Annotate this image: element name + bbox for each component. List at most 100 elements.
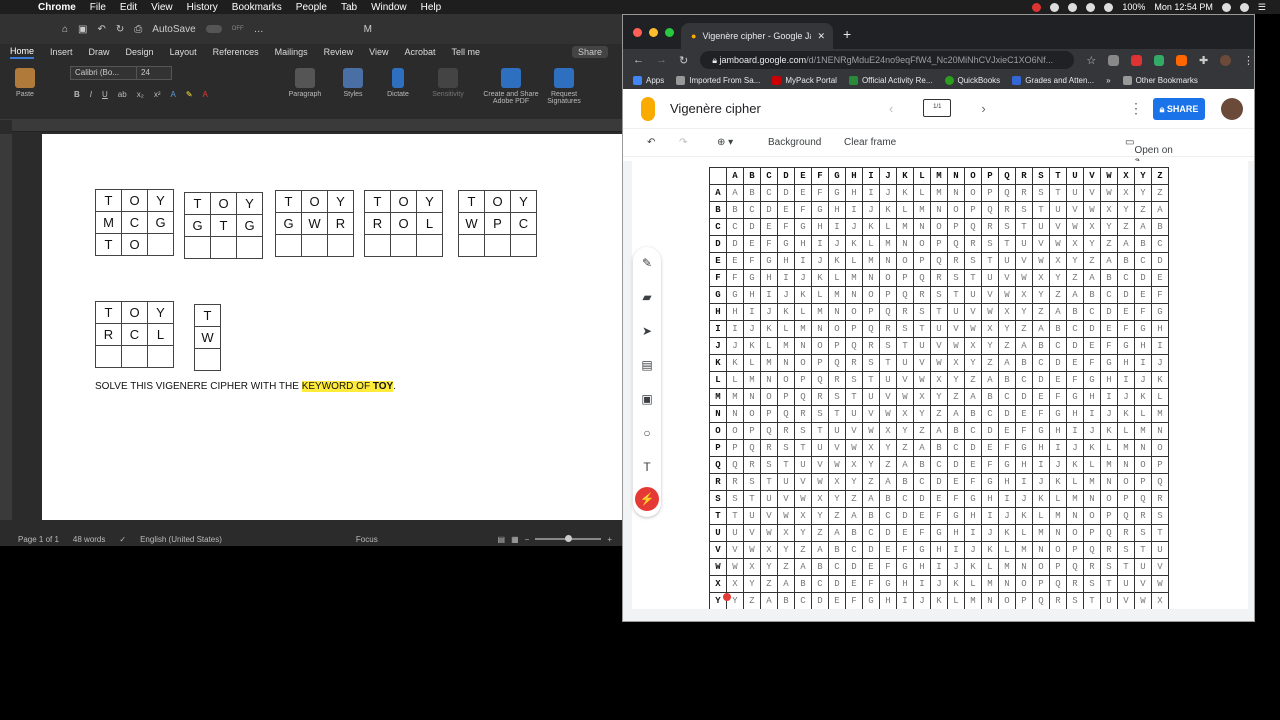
menu-people[interactable]: People bbox=[296, 2, 327, 13]
grid-cell[interactable] bbox=[364, 234, 391, 257]
frame-bar-button[interactable]: 1/1 bbox=[923, 99, 952, 117]
tab-insert[interactable]: Insert bbox=[50, 47, 73, 57]
horizontal-ruler[interactable] bbox=[12, 120, 622, 132]
bookmark-grades[interactable]: Grades and Atten... bbox=[1012, 75, 1094, 85]
grid-cell[interactable] bbox=[458, 234, 485, 257]
zoom-slider[interactable] bbox=[535, 535, 602, 542]
grid-cell[interactable]: O bbox=[121, 189, 148, 212]
browser-tab[interactable]: ● Vigenère cipher - Google Jamboard ✕ bbox=[681, 23, 833, 49]
redo-icon[interactable]: ↻ bbox=[116, 24, 124, 35]
open-on-jamboard-button[interactable]: ▭ Open on a Jamboard bbox=[1125, 137, 1179, 178]
italic-button[interactable]: I bbox=[90, 90, 92, 99]
extension-icon[interactable] bbox=[1176, 54, 1188, 66]
previous-frame-icon[interactable]: ‹ bbox=[889, 101, 893, 116]
grid-cell[interactable]: O bbox=[121, 301, 148, 324]
grid-cell[interactable]: T bbox=[275, 190, 302, 213]
grid-cell[interactable] bbox=[301, 234, 328, 257]
tab-mailings[interactable]: Mailings bbox=[275, 47, 308, 57]
page-count[interactable]: Page 1 of 1 bbox=[18, 535, 59, 544]
grid-cell[interactable]: R bbox=[364, 212, 391, 235]
more-icon[interactable]: … bbox=[254, 24, 264, 35]
grid-cell[interactable] bbox=[327, 234, 354, 257]
grid-cell[interactable]: O bbox=[484, 190, 511, 213]
grid-cell[interactable]: T bbox=[184, 192, 211, 215]
more-options-icon[interactable]: ⋮ bbox=[1129, 100, 1143, 117]
grid-cell[interactable] bbox=[194, 348, 221, 371]
clock[interactable]: Mon 12:54 PM bbox=[1154, 2, 1213, 12]
chrome-menu-icon[interactable]: ⋮ bbox=[1243, 54, 1254, 67]
styles-button[interactable]: Styles bbox=[336, 68, 370, 98]
grid-cell[interactable]: T bbox=[95, 233, 122, 256]
cipher-grid[interactable]: TOYROL bbox=[364, 190, 443, 257]
grid-cell[interactable]: G bbox=[275, 212, 302, 235]
menu-history[interactable]: History bbox=[187, 2, 218, 13]
grid-cell[interactable]: Y bbox=[416, 190, 443, 213]
user-icon[interactable] bbox=[1221, 2, 1231, 12]
battery-percent[interactable]: 100% bbox=[1122, 2, 1145, 12]
grid-cell[interactable] bbox=[121, 345, 148, 368]
highlight-color-icon[interactable]: ✎ bbox=[186, 90, 193, 99]
bookmark-apps[interactable]: Apps bbox=[633, 75, 664, 85]
print-layout-icon[interactable]: ▤ bbox=[498, 535, 506, 544]
tab-acrobat[interactable]: Acrobat bbox=[405, 47, 436, 57]
grid-cell[interactable]: L bbox=[416, 212, 443, 235]
grid-cell[interactable] bbox=[236, 236, 263, 259]
control-center-icon[interactable]: ☰ bbox=[1258, 2, 1266, 13]
redo-icon[interactable]: ↷ bbox=[679, 137, 687, 148]
new-tab-button[interactable]: + bbox=[843, 26, 851, 42]
grid-cell[interactable]: R bbox=[95, 323, 122, 346]
record-icon[interactable] bbox=[1032, 2, 1042, 12]
wifi-icon[interactable] bbox=[1104, 2, 1114, 12]
document-page[interactable]: TOYMCGTOTOYGTGTOYGWRTOYROLTOYWPCTOYRCLTW… bbox=[42, 134, 622, 520]
grid-cell[interactable] bbox=[184, 236, 211, 259]
grid-cell[interactable]: W bbox=[194, 326, 221, 349]
strikethrough-button[interactable]: ab bbox=[118, 90, 127, 99]
undo-icon[interactable]: ↶ bbox=[98, 24, 106, 35]
autosave-toggle[interactable] bbox=[205, 25, 222, 33]
request-signatures-button[interactable]: Request Signatures bbox=[546, 68, 582, 105]
font-size-select[interactable]: 24 bbox=[136, 66, 172, 80]
bookmark-activity[interactable]: Official Activity Re... bbox=[848, 75, 933, 85]
cipher-grid[interactable]: TOYRCL bbox=[95, 301, 174, 368]
grid-cell[interactable]: T bbox=[364, 190, 391, 213]
grid-cell[interactable]: T bbox=[458, 190, 485, 213]
forward-icon[interactable]: → bbox=[656, 54, 667, 66]
grid-cell[interactable] bbox=[275, 234, 302, 257]
pen-icon[interactable]: ✎ bbox=[639, 255, 655, 271]
whiteboard-frame[interactable]: ABCDEFGHIJKLMNOPQRSTUVWXYZAABCDEFGHIJKLM… bbox=[632, 161, 1248, 609]
grid-cell[interactable]: R bbox=[327, 212, 354, 235]
web-layout-icon[interactable]: ▦ bbox=[511, 535, 519, 544]
instruction-text[interactable]: SOLVE THIS VIGENERE CIPHER WITH THE KEYW… bbox=[95, 381, 396, 392]
grid-cell[interactable]: T bbox=[194, 304, 221, 327]
menu-view[interactable]: View bbox=[151, 2, 173, 13]
profile-avatar[interactable] bbox=[1220, 54, 1231, 66]
jamboard-share-button[interactable]: 🔒︎ SHARE bbox=[1153, 98, 1205, 120]
grid-cell[interactable]: Y bbox=[327, 190, 354, 213]
bookmark-mypack[interactable]: MyPack Portal bbox=[772, 75, 837, 85]
grid-cell[interactable]: W bbox=[458, 212, 485, 235]
grid-cell[interactable]: Y bbox=[510, 190, 537, 213]
circle-icon[interactable]: ○ bbox=[639, 425, 655, 441]
search-icon[interactable] bbox=[1239, 2, 1249, 12]
jamboard-logo[interactable] bbox=[641, 97, 655, 121]
close-window-button[interactable] bbox=[633, 28, 642, 37]
reload-icon[interactable]: ↻ bbox=[679, 54, 688, 67]
zoom-slider-thumb[interactable] bbox=[565, 535, 573, 542]
grid-cell[interactable]: T bbox=[210, 214, 237, 237]
extension-icon[interactable] bbox=[1153, 54, 1165, 66]
grid-cell[interactable]: T bbox=[95, 301, 122, 324]
underline-button[interactable]: U bbox=[102, 90, 108, 99]
select-icon[interactable]: ➤ bbox=[639, 323, 655, 339]
dropbox-icon[interactable] bbox=[1068, 2, 1078, 12]
superscript-button[interactable]: x² bbox=[154, 90, 161, 99]
other-bookmarks[interactable]: Other Bookmarks bbox=[1122, 75, 1198, 85]
language[interactable]: English (United States) bbox=[140, 535, 222, 544]
grid-cell[interactable]: O bbox=[121, 233, 148, 256]
tab-review[interactable]: Review bbox=[324, 47, 354, 57]
sticky-note-icon[interactable]: ▤ bbox=[639, 357, 655, 373]
undo-icon[interactable]: ↶ bbox=[647, 137, 655, 148]
tab-home[interactable]: Home bbox=[10, 46, 35, 59]
grid-cell[interactable]: G bbox=[184, 214, 211, 237]
grid-cell[interactable] bbox=[390, 234, 417, 257]
grid-cell[interactable] bbox=[95, 345, 122, 368]
